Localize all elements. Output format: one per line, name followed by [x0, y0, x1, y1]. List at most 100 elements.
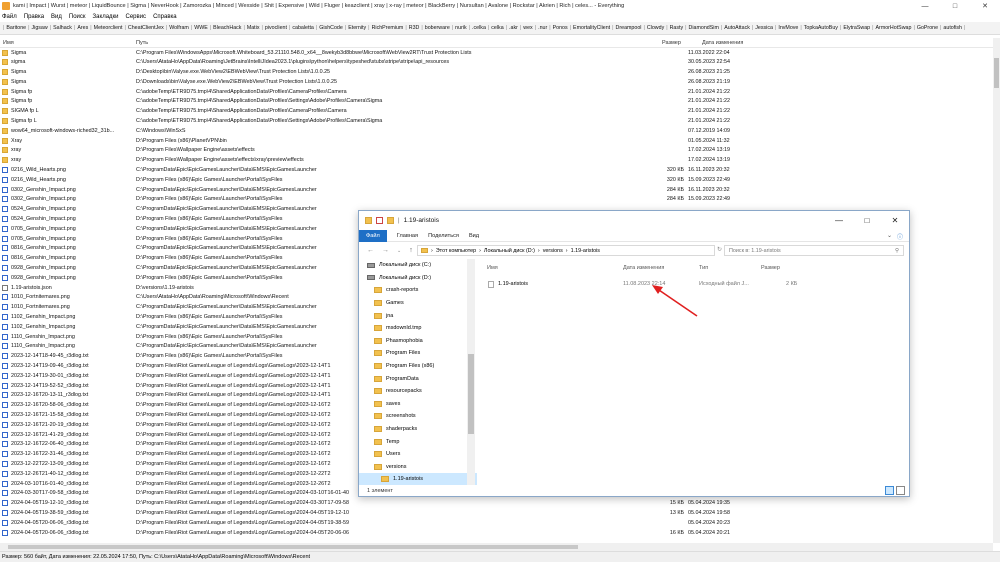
nav-item[interactable]: saves: [359, 398, 477, 411]
search-box[interactable]: Поиск в: 1.19-aristois ⚲: [724, 245, 904, 256]
explorer-close-button[interactable]: ✕: [881, 211, 909, 230]
table-row[interactable]: 0302_Genshin_Impact.png C:\ProgramData\Ep…: [0, 185, 993, 195]
maximize-button[interactable]: □: [940, 0, 970, 12]
filter-button[interactable]: Rasty: [670, 25, 684, 31]
filter-button[interactable]: autofish: [943, 25, 962, 31]
table-row[interactable]: sigma C:\Users\AtataHo\AppData\Roaming\Je…: [0, 58, 993, 68]
breadcrumb-item[interactable]: versions: [543, 248, 563, 254]
filter-button[interactable]: nurik: [455, 25, 466, 31]
filter-button[interactable]: WWE: [194, 25, 208, 31]
explorer-minimize-button[interactable]: —: [825, 211, 853, 230]
nav-item[interactable]: shaderpacks: [359, 423, 477, 436]
table-row[interactable]: SIGMA fp L C:\adobeTemp\ETR9D75.tmp\4\Sha…: [0, 107, 993, 117]
table-row[interactable]: 0302_Genshin_Impact.png D:\Program Files …: [0, 195, 993, 205]
table-row[interactable]: Sigma fp C:\adobeTemp\ETR9D75.tmp\4\Share…: [0, 87, 993, 97]
column-date-header[interactable]: Дата изменения: [702, 40, 743, 46]
nav-item[interactable]: versions: [359, 461, 477, 474]
file-row[interactable]: 1.19-aristois 11.08.2023 22:14 Исходный …: [481, 279, 909, 290]
table-row[interactable]: Xray D:\Program Files (x86)\PlanetVPN\bin…: [0, 136, 993, 146]
filter-button[interactable]: wex: [523, 25, 532, 31]
table-row[interactable]: Sigma fp L C:\adobeTemp\ETR9D75.tmp\4\Sha…: [0, 117, 993, 127]
nav-item[interactable]: Program Files: [359, 347, 477, 360]
navigation-scrollbar[interactable]: [467, 259, 475, 485]
breadcrumb-item[interactable]: Локальный диск (D:): [484, 248, 535, 254]
help-icon[interactable]: ⓘ: [897, 232, 903, 241]
breadcrumb-chevron-icon[interactable]: ›: [479, 248, 481, 254]
breadcrumb-item[interactable]: 1.19-aristois: [571, 248, 600, 254]
filter-button[interactable]: InvMove: [778, 25, 798, 31]
menu-item[interactable]: Поиск: [69, 14, 86, 20]
table-row[interactable]: 2024-04-05T20-06-06_r3dlog.txt D:\Program…: [0, 528, 993, 538]
col-type-header[interactable]: Тип: [699, 265, 708, 271]
table-row[interactable]: wow64_microsoft-windows-riched32_31b... C…: [0, 126, 993, 136]
filter-button[interactable]: R3D: [409, 25, 420, 31]
table-row[interactable]: xray D:\Program Files\Wallpaper Engine\as…: [0, 146, 993, 156]
filter-button[interactable]: TopkaAutoBuy: [804, 25, 838, 31]
nav-item[interactable]: jna: [359, 309, 477, 322]
table-row[interactable]: Sigma D:\Desktop\bin\Valyse.exe.WebView2\…: [0, 68, 993, 78]
tab-home[interactable]: Главная: [397, 233, 418, 239]
nav-item[interactable]: crash-reports: [359, 284, 477, 297]
nav-item[interactable]: resourcepacks: [359, 385, 477, 398]
filter-button[interactable]: .akr: [509, 25, 518, 31]
vertical-scrollbar[interactable]: [993, 38, 1000, 543]
filter-button[interactable]: ArmorHotSwap: [876, 25, 912, 31]
filter-button[interactable]: boberware: [425, 25, 450, 31]
table-row[interactable]: 0216_Wild_Hearts.png D:\Program Files (x8…: [0, 175, 993, 185]
breadcrumb-item[interactable]: Этот компьютер: [436, 248, 476, 254]
filter-button[interactable]: Meteorclient: [94, 25, 123, 31]
table-row[interactable]: Sigma fp C:\adobeTemp\ETR9D75.tmp\4\Share…: [0, 97, 993, 107]
filter-button[interactable]: ElytraSwap: [843, 25, 870, 31]
filter-button[interactable]: DiamondSim: [689, 25, 719, 31]
nav-item[interactable]: Локальный диск (D:): [359, 272, 477, 285]
expand-ribbon-icon[interactable]: ⌄: [887, 232, 892, 241]
filter-button[interactable]: Baritone: [6, 25, 26, 31]
filter-button[interactable]: .celka: [472, 25, 486, 31]
breadcrumb-chevron-icon[interactable]: ›: [538, 248, 540, 254]
filter-button[interactable]: Clowdy: [647, 25, 664, 31]
nav-item[interactable]: Temp: [359, 435, 477, 448]
nav-item[interactable]: Users: [359, 448, 477, 461]
table-row[interactable]: xray D:\Program Files\Wallpaper Engine\as…: [0, 156, 993, 166]
tab-share[interactable]: Поделиться: [428, 233, 459, 239]
table-row[interactable]: 0216_Wild_Hearts.png C:\ProgramData\Epic\…: [0, 166, 993, 176]
nav-item[interactable]: msdownld.tmp: [359, 322, 477, 335]
menu-item[interactable]: Справка: [153, 14, 177, 20]
column-size-header[interactable]: Размер: [662, 40, 681, 46]
details-view-icon[interactable]: [885, 486, 894, 495]
col-date-header[interactable]: Дата изменения: [623, 265, 664, 271]
col-name-header[interactable]: Имя: [487, 265, 498, 271]
nav-item[interactable]: ProgramData: [359, 372, 477, 385]
up-arrow-icon[interactable]: ↑: [409, 247, 413, 254]
filter-button[interactable]: Dreampool: [616, 25, 642, 31]
explorer-maximize-button[interactable]: □: [853, 211, 881, 230]
filter-button[interactable]: Matix: [247, 25, 260, 31]
minimize-button[interactable]: —: [910, 0, 940, 12]
table-row[interactable]: 2024-04-05T19-38-59_r3dlog.txt D:\Program…: [0, 508, 993, 518]
forward-arrow-icon[interactable]: →: [382, 247, 389, 254]
table-row[interactable]: 2024-04-05T19-12-10_r3dlog.txt D:\Program…: [0, 499, 993, 509]
filter-button[interactable]: Ponos: [553, 25, 568, 31]
close-button[interactable]: ✕: [970, 0, 1000, 12]
nav-item[interactable]: Phasmophobia: [359, 335, 477, 348]
horizontal-scrollbar[interactable]: [0, 543, 993, 551]
breadcrumb-chevron-icon[interactable]: ›: [431, 248, 433, 254]
table-row[interactable]: Sigma D:\Downloads\bin\Valyse.exe.WebView…: [0, 77, 993, 87]
address-bar[interactable]: › Этот компьютер › Локальный диск (D:) › vers…: [417, 245, 715, 256]
filter-button[interactable]: CheatClientJex: [128, 25, 164, 31]
filter-button[interactable]: GoProne: [917, 25, 938, 31]
vertical-scrollbar-thumb[interactable]: [994, 58, 999, 88]
breadcrumb-chevron-icon[interactable]: ›: [566, 248, 568, 254]
menu-item[interactable]: Сервис: [126, 14, 147, 20]
nav-item[interactable]: Program Files (x86): [359, 360, 477, 373]
filter-button[interactable]: pivoclient: [265, 25, 287, 31]
filter-button[interactable]: RichPremium: [372, 25, 404, 31]
tab-file[interactable]: Файл: [359, 229, 387, 242]
menu-item[interactable]: Закладки: [93, 14, 119, 20]
horizontal-scrollbar-thumb[interactable]: [8, 545, 578, 549]
filter-button[interactable]: BleachHack: [213, 25, 241, 31]
col-size-header[interactable]: Размер: [761, 265, 780, 271]
navigation-scrollbar-thumb[interactable]: [468, 354, 474, 434]
filter-button[interactable]: Eternity: [348, 25, 366, 31]
recent-locations-icon[interactable]: ⌄: [397, 248, 401, 254]
